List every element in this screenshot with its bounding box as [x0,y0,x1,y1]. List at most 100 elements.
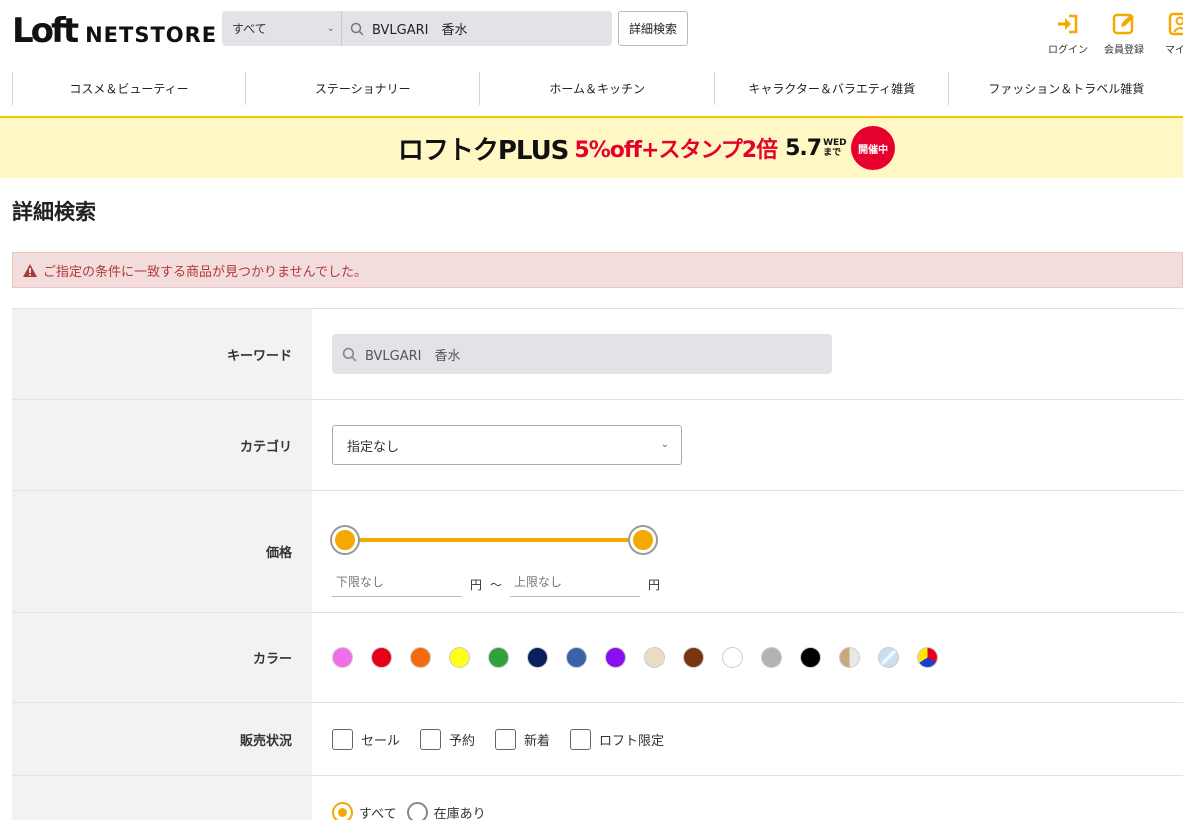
register-label: 会員登録 [1104,45,1144,56]
search-icon [342,22,372,36]
radio-dot[interactable] [332,802,353,820]
color-swatch[interactable] [488,647,509,668]
price-slider-track[interactable] [344,537,642,542]
warning-icon [23,263,37,277]
price-range: 円 ～ 円 [332,502,732,602]
price-max-handle[interactable] [630,526,656,553]
color-swatch[interactable] [566,647,587,668]
search-bar: すべて ⌄ [222,11,612,46]
color-swatch[interactable] [527,647,548,668]
search-icon [342,347,357,361]
keyword-label: キーワード [12,309,312,399]
checkbox[interactable] [495,728,517,750]
checkbox[interactable] [570,728,592,750]
color-swatch[interactable] [371,647,392,668]
check-loft-limited[interactable]: ロフト限定 [570,728,665,750]
color-swatches [332,647,956,668]
row-category: カテゴリ 指定なし ⌄ [12,399,1183,490]
color-swatch[interactable] [878,647,899,668]
tilde-label: ～ [490,577,503,592]
check-reserve[interactable]: 予約 [420,728,476,750]
banner-date-suffix: WEDまで [823,138,847,158]
category-value: 指定なし [347,439,400,455]
radio-stock-all-label: すべて [359,807,397,820]
search-scope-value: すべて [232,22,267,36]
banner-content: ロフトクPLUS 5%off+スタンプ2倍 5.7 WEDまで 開催中 [397,126,896,170]
checkbox[interactable] [332,728,353,750]
keyword-box [332,334,832,374]
row-status: 販売状況 セール 予約 新着 ロフト限定 [12,702,1183,775]
price-max-input[interactable] [510,568,640,597]
row-stock: 在庫 すべて 在庫あり [12,775,1183,820]
nav-item-cosme[interactable]: コスメ＆ビューティー [12,72,245,105]
category-select[interactable]: 指定なし ⌄ [332,425,682,465]
yen-label: 円 [470,577,483,592]
price-label: 価格 [12,491,312,612]
login-label: ログイン [1048,45,1088,56]
keyword-input[interactable] [365,346,805,362]
logo[interactable]: Loft NETSTORE [12,12,217,48]
radio-stock-in[interactable]: 在庫あり [406,802,486,820]
chevron-down-icon: ⌄ [326,23,335,34]
checkbox[interactable] [420,728,442,750]
stock-label: 在庫 [12,776,312,820]
mypage-label: マイペ [1165,45,1183,56]
check-sale-label: セール [361,733,401,749]
mypage-icon [1168,12,1183,36]
color-swatch[interactable] [917,647,938,668]
color-swatch[interactable] [605,647,626,668]
color-swatch[interactable] [410,647,431,668]
color-label: カラー [12,613,312,702]
status-label: 販売状況 [12,703,312,775]
login-button[interactable]: ログイン [1040,10,1096,56]
register-button[interactable]: 会員登録 [1096,10,1152,56]
header: Loft NETSTORE すべて ⌄ 詳細検索 ログイン 会員登録 マイペ [0,0,1183,72]
login-icon [1058,14,1078,34]
banner-date: 5.7 [785,135,822,161]
price-min-handle[interactable] [332,526,358,553]
promo-banner[interactable]: ロフトクPLUS 5%off+スタンプ2倍 5.7 WEDまで 開催中 [0,116,1183,178]
logo-text: NETSTORE [85,23,218,47]
advanced-search-button[interactable]: 詳細検索 [618,11,688,46]
banner-badge: 開催中 [851,126,896,170]
search-input[interactable] [372,21,602,36]
check-reserve-label: 予約 [449,733,476,749]
nav-item-fashion[interactable]: ファッション＆トラベル雑貨 [948,72,1183,105]
price-min-input[interactable] [332,568,462,597]
category-nav: コスメ＆ビューティー ステーショナリー ホーム＆キッチン キャラクター＆バラエテ… [0,72,1183,105]
color-swatch[interactable] [761,647,782,668]
color-swatch[interactable] [839,647,860,668]
check-new[interactable]: 新着 [495,728,551,750]
color-swatch[interactable] [800,647,821,668]
row-color: カラー [12,612,1183,702]
chevron-down-icon: ⌄ [660,439,669,450]
color-swatch[interactable] [683,647,704,668]
yen-label: 円 [648,577,661,592]
category-label: カテゴリ [12,400,312,490]
logo-mark: Loft [12,11,79,51]
nav-item-home-kitchen[interactable]: ホーム＆キッチン [479,72,714,105]
banner-title: ロフトクPLUS [397,135,570,166]
header-icons: ログイン 会員登録 マイペ [1040,10,1183,56]
nav-item-stationery[interactable]: ステーショナリー [244,72,480,105]
color-swatch[interactable] [644,647,665,668]
banner-offer: 5%off+スタンプ2倍 [574,138,778,163]
search-scope-select[interactable]: すべて ⌄ [222,11,342,46]
color-swatch[interactable] [449,647,470,668]
check-loft-limited-label: ロフト限定 [599,733,665,749]
row-keyword: キーワード [12,308,1183,399]
color-swatch[interactable] [332,647,353,668]
alert-message: ご指定の条件に一致する商品が見つかりませんでした。 [12,252,1183,288]
radio-stock-in-label: 在庫あり [433,807,486,820]
radio-dot[interactable] [406,802,428,820]
nav-item-character[interactable]: キャラクター＆バラエティ雑貨 [713,72,949,105]
register-icon [1112,13,1134,35]
row-price: 価格 円 ～ 円 [12,490,1183,612]
color-swatch[interactable] [722,647,743,668]
page-title: 詳細検索 [12,200,96,224]
mypage-button[interactable]: マイペ [1152,10,1183,56]
alert-text: ご指定の条件に一致する商品が見つかりませんでした。 [43,264,367,280]
check-new-label: 新着 [524,733,551,749]
radio-stock-all[interactable]: すべて [332,802,397,820]
check-sale[interactable]: セール [332,728,401,750]
